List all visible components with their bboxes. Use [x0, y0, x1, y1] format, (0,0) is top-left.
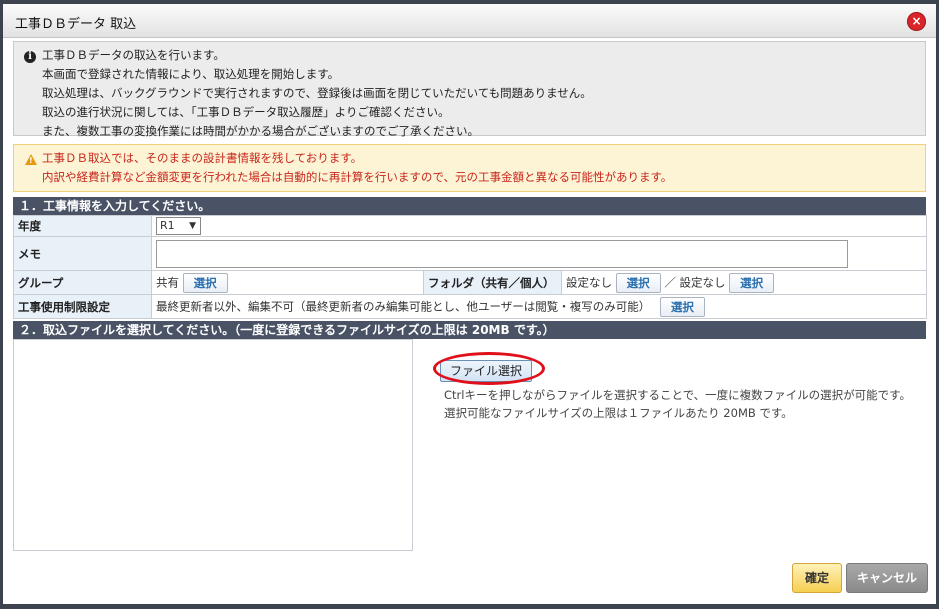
year-select-value: R1 [160, 219, 175, 232]
close-icon[interactable]: × [907, 12, 926, 31]
warning-panel: ! 工事ＤＢ取込では、そのままの設計書情報を残しております。 内訳や経費計算など… [13, 144, 926, 192]
group-select-button[interactable]: 選択 [182, 272, 228, 293]
folder-personal-select-button[interactable]: 選択 [729, 272, 775, 293]
folder-separator: ／ [664, 275, 676, 289]
warning-line: 工事ＤＢ取込では、そのままの設計書情報を残しております。 [42, 151, 363, 165]
info-line: 取込処理は、バックグラウンドで実行されますので、登録後は画面を閉じていただいても… [42, 86, 592, 100]
memo-textarea[interactable] [156, 240, 848, 268]
info-line: 工事ＤＢデータの取込を行います。 [42, 48, 225, 62]
year-select[interactable]: R1 ▼ [156, 217, 201, 235]
memo-label: メモ [13, 236, 152, 271]
title-bar: 工事ＤＢデータ 取込 × [3, 4, 936, 38]
memo-cell [151, 236, 927, 271]
warning-line: 内訳や経費計算など金額変更を行われた場合は自動的に再計算を行いますので、元の工事… [42, 170, 673, 184]
info-line: 取込の進行状況に関しては、「工事ＤＢデータ取込履歴」よりご確認ください。 [42, 105, 450, 119]
import-dialog: 工事ＤＢデータ 取込 × i 工事ＤＢデータの取込を行います。 本画面で登録され… [2, 3, 937, 605]
group-cell: 共有 選択 [151, 270, 424, 295]
project-info-form: 年度 R1 ▼ メモ グループ 共有 選択 フォルダ（共有／個人） 設定なし 選… [13, 215, 927, 319]
info-icon: i [24, 51, 36, 63]
year-cell: R1 ▼ [151, 215, 927, 237]
folder-label: フォルダ（共有／個人） [423, 270, 562, 295]
confirm-button[interactable]: 確定 [792, 563, 842, 593]
dialog-title: 工事ＤＢデータ 取込 [15, 17, 137, 32]
file-select-note: Ctrlキーを押しながらファイルを選択することで、一度に複数ファイルの選択が可能… [444, 388, 912, 420]
highlight-circle [433, 352, 545, 385]
file-list-area [13, 339, 413, 551]
group-value: 共有 [156, 275, 179, 289]
folder-shared-value: 設定なし [566, 275, 612, 289]
folder-cell: 設定なし 選択 ／ 設定なし 選択 [561, 270, 927, 295]
section2-header: ２．取込ファイルを選択してください。（一度に登録できるファイルサイズの上限は 2… [13, 321, 926, 339]
warning-icon: ! [25, 154, 37, 165]
info-panel: i 工事ＤＢデータの取込を行います。 本画面で登録された情報により、取込処理を開… [13, 41, 926, 138]
restriction-cell: 最終更新者以外、編集不可（最終更新者のみ編集可能とし、他ユーザーは閲覧・複写のみ… [151, 294, 927, 319]
restriction-label: 工事使用制限設定 [13, 294, 152, 319]
info-line: 本画面で登録された情報により、取込処理を開始します。 [42, 67, 340, 81]
section1-header: １．工事情報を入力してください。 [13, 197, 926, 215]
info-line: また、複数工事の変換作業には時間がかかる場合がございますのでご了承ください。 [42, 124, 479, 138]
group-label: グループ [13, 270, 152, 295]
folder-personal-value: 設定なし [679, 275, 726, 289]
cancel-button[interactable]: キャンセル [846, 563, 928, 593]
folder-shared-select-button[interactable]: 選択 [615, 272, 661, 293]
restriction-select-button[interactable]: 選択 [659, 296, 705, 317]
restriction-value: 最終更新者以外、編集不可（最終更新者のみ編集可能とし、他ユーザーは閲覧・複写のみ… [156, 299, 651, 313]
chevron-down-icon: ▼ [189, 221, 196, 231]
year-label: 年度 [13, 215, 152, 237]
